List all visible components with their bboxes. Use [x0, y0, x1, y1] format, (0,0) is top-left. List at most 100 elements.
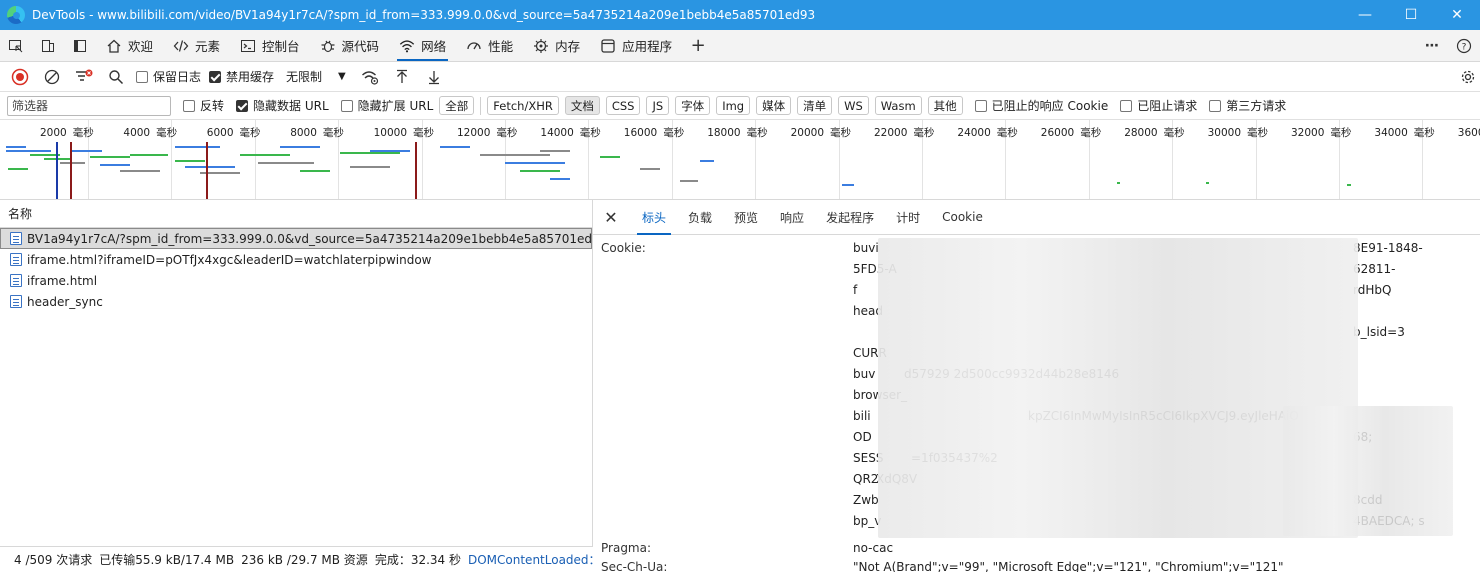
cookie-line-start: buv [853, 367, 876, 381]
inspect-element-icon[interactable] [0, 30, 32, 61]
help-icon[interactable]: ? [1448, 30, 1480, 62]
blocked-cookies-checkbox[interactable]: 已阻止的响应 Cookie [974, 97, 1108, 114]
tick-unit: 毫秒 [1330, 127, 1352, 139]
request-row[interactable]: iframe.html [0, 270, 592, 291]
network-overview-timeline[interactable]: 2000 毫秒 4000 毫秒 6000 毫秒 8000 毫秒 10000 毫秒 12000 毫秒 14… [0, 120, 1480, 200]
overview-request-bar [842, 184, 854, 186]
add-tab-icon[interactable]: + [682, 30, 714, 61]
filter-chip-img[interactable]: Img [716, 96, 751, 115]
device-emulation-icon[interactable] [32, 30, 64, 61]
filter-chip-other[interactable]: 其他 [927, 96, 963, 115]
request-row[interactable]: header_sync [0, 291, 592, 312]
maximize-button[interactable]: ☐ [1388, 0, 1434, 30]
minimize-button[interactable]: — [1342, 0, 1388, 30]
tab-sources[interactable]: 源代码 [310, 30, 390, 61]
finish-time: 完成：32.34 秒 [374, 553, 461, 567]
gauge-icon [466, 38, 482, 54]
close-icon[interactable]: ✕ [601, 207, 621, 227]
filter-chip-wasm[interactable]: Wasm [874, 96, 922, 115]
tab-performance[interactable]: 性能 [456, 30, 523, 61]
export-har-icon[interactable] [422, 65, 446, 89]
overview-tick-label: 20000 毫秒 [791, 125, 851, 140]
overview-request-bar [340, 152, 400, 154]
filter-chip-js[interactable]: JS [646, 96, 670, 115]
application-icon [600, 38, 616, 54]
tab-payload[interactable]: 负载 [677, 200, 723, 235]
hide-data-url-label: 隐藏数据 URL [253, 99, 329, 113]
tab-application[interactable]: 应用程序 [590, 30, 682, 61]
record-icon[interactable] [8, 65, 32, 89]
request-row[interactable]: iframe.html?iframeID=pOTfJx4xgc&leaderID… [0, 249, 592, 270]
filter-chip-doc[interactable]: 文档 [564, 96, 600, 115]
tab-network[interactable]: 网络 [389, 30, 456, 61]
overview-request-bar [505, 162, 565, 164]
filter-icon[interactable] [72, 65, 96, 89]
filter-chip-font[interactable]: 字体 [675, 96, 711, 115]
request-name: iframe.html?iframeID=pOTfJx4xgc&leaderID… [27, 252, 432, 267]
blocked-requests-checkbox[interactable]: 已阻止请求 [1120, 97, 1197, 114]
document-icon [10, 253, 22, 266]
overview-request-bar [350, 166, 390, 168]
tab-initiator[interactable]: 发起程序 [815, 200, 885, 235]
tick-value: 20000 [790, 127, 824, 139]
disable-cache-checkbox[interactable]: 禁用缓存 [209, 68, 274, 85]
tab-headers[interactable]: 标头 [631, 200, 677, 235]
import-har-icon[interactable] [390, 65, 414, 89]
overview-tick-label: 4000 毫秒 [123, 125, 177, 140]
filter-input[interactable] [7, 95, 171, 116]
tick-value: 12000 [457, 127, 491, 139]
tick-value: 28000 [1124, 127, 1158, 139]
tab-elements[interactable]: 元素 [163, 30, 230, 61]
overview-request-bar [175, 146, 220, 148]
hide-data-url-checkbox[interactable]: 隐藏数据 URL [236, 97, 329, 114]
throttle-select[interactable]: 无限制 ▼ [282, 68, 350, 85]
tab-memory[interactable]: 内存 [523, 30, 590, 61]
search-icon[interactable] [104, 65, 128, 89]
tab-console[interactable]: 控制台 [230, 30, 310, 61]
overview-tick-label: 32000 毫秒 [1291, 125, 1351, 140]
filter-chip-fetch-xhr[interactable]: Fetch/XHR [487, 96, 559, 115]
tick-value: 18000 [707, 127, 741, 139]
clear-icon[interactable] [40, 65, 64, 89]
filter-chip-media[interactable]: 媒体 [756, 96, 792, 115]
network-conditions-icon[interactable] [358, 65, 382, 89]
overview-request-bar [540, 150, 570, 152]
disable-cache-label: 禁用缓存 [226, 70, 275, 84]
hide-extension-url-label: 隐藏扩展 URL [357, 99, 434, 113]
request-list-panel: 名称 BV1a94y1r7cA/?spm_id_from=333.999.0.0… [0, 200, 643, 572]
request-row[interactable]: BV1a94y1r7cA/?spm_id_from=333.999.0.0&vd… [0, 228, 592, 249]
more-options-icon[interactable]: ⋯ [1416, 30, 1448, 62]
checkbox-box [1120, 99, 1133, 112]
dock-side-icon[interactable] [64, 30, 96, 61]
hide-extension-url-checkbox[interactable]: 隐藏扩展 URL [340, 97, 434, 114]
tab-cookies[interactable]: Cookie [931, 200, 994, 235]
tab-response[interactable]: 响应 [769, 200, 815, 235]
tick-unit: 毫秒 [663, 127, 685, 139]
tab-welcome[interactable]: 欢迎 [96, 30, 163, 61]
filter-chip-css[interactable]: CSS [605, 96, 641, 115]
overview-request-bar [520, 170, 560, 172]
tab-preview[interactable]: 预览 [723, 200, 769, 235]
tab-label: 元素 [195, 39, 221, 54]
tab-timing[interactable]: 计时 [885, 200, 931, 235]
network-toolbar: 保留日志 禁用缓存 无限制 ▼ [0, 62, 1480, 92]
home-icon [106, 38, 122, 54]
name-column-header[interactable]: 名称 [0, 200, 592, 228]
close-window-button[interactable]: ✕ [1434, 0, 1480, 30]
overview-request-bar [680, 180, 698, 182]
filter-chip-all[interactable]: 全部 [439, 96, 475, 115]
third-party-checkbox[interactable]: 第三方请求 [1209, 97, 1286, 114]
tab-label: 内存 [555, 39, 581, 54]
cookie-line-end: 62811- [1353, 262, 1396, 276]
network-settings-icon[interactable] [1456, 65, 1480, 89]
checkbox-box [183, 99, 195, 112]
memory-icon [533, 38, 549, 54]
cookie-line-start: bili [853, 409, 871, 423]
tick-value: 30000 [1207, 127, 1241, 139]
preserve-log-checkbox[interactable]: 保留日志 [136, 68, 201, 85]
invert-checkbox[interactable]: 反转 [183, 97, 224, 114]
document-icon [10, 295, 22, 308]
filter-chip-manifest[interactable]: 清单 [797, 96, 833, 115]
filter-chip-ws[interactable]: WS [838, 96, 869, 115]
window-title: DevTools - www.bilibili.com/video/BV1a94… [32, 8, 816, 22]
